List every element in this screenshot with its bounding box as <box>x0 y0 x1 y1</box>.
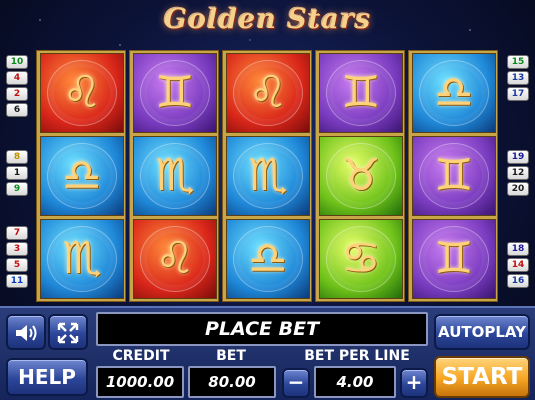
cancer-icon: ♋ <box>341 233 381 284</box>
reel-symbol: ♌ <box>226 53 310 133</box>
credit-display: 1000.00 <box>96 366 184 398</box>
libra-icon: ♎ <box>62 150 102 201</box>
reel-symbol: ♊ <box>133 53 217 133</box>
reel-area[interactable]: ♌ ♎ ♏ ♊ ♏ ♌ ♌ ♏ ♎ ♊ ♉ ♋ ♎ ♊ ♊ <box>36 50 499 302</box>
bet-display: 80.00 <box>188 366 276 398</box>
payline-badge-14[interactable]: 14 <box>507 258 529 272</box>
taurus-icon: ♉ <box>341 150 381 201</box>
reel-symbol: ♊ <box>319 53 403 133</box>
payline-badge-15[interactable]: 15 <box>507 55 529 69</box>
scorpio-icon: ♏ <box>248 150 288 201</box>
payline-badge-8[interactable]: 8 <box>6 150 28 164</box>
gemini-icon: ♊ <box>434 150 474 201</box>
gemini-icon: ♊ <box>341 67 381 118</box>
gemini-icon: ♊ <box>155 67 195 118</box>
reel-5: ♎ ♊ ♊ <box>408 50 498 302</box>
payline-badge-2[interactable]: 2 <box>6 87 28 101</box>
reel-symbol: ♋ <box>319 219 403 299</box>
payline-badge-7[interactable]: 7 <box>6 226 28 240</box>
speaker-icon <box>13 325 39 349</box>
payline-badge-3[interactable]: 3 <box>6 242 28 256</box>
payline-badge-4[interactable]: 4 <box>6 71 28 85</box>
reel-symbol: ♎ <box>412 53 496 133</box>
libra-icon: ♎ <box>248 233 288 284</box>
reel-4: ♊ ♉ ♋ <box>315 50 405 302</box>
payline-badge-6[interactable]: 6 <box>6 103 28 117</box>
reel-2: ♊ ♏ ♌ <box>129 50 219 302</box>
payline-badge-17[interactable]: 17 <box>507 87 529 101</box>
bet-per-line-display: 4.00 <box>314 366 396 398</box>
reel-symbol: ♏ <box>133 136 217 216</box>
payline-badge-16[interactable]: 16 <box>507 274 529 288</box>
reel-symbol: ♏ <box>226 136 310 216</box>
help-button[interactable]: HELP <box>6 358 88 396</box>
increase-bet-button[interactable]: + <box>400 368 428 398</box>
reel-symbol: ♌ <box>133 219 217 299</box>
decrease-bet-button[interactable]: − <box>282 368 310 398</box>
bet-per-line-label: BET PER LINE <box>304 348 410 364</box>
fullscreen-button[interactable] <box>48 314 88 350</box>
reel-3: ♌ ♏ ♎ <box>222 50 312 302</box>
message-display: PLACE BET <box>96 312 428 346</box>
reel-symbol: ♌ <box>40 53 124 133</box>
leo-icon: ♌ <box>248 67 288 118</box>
payline-badge-13[interactable]: 13 <box>507 71 529 85</box>
payline-badge-9[interactable]: 9 <box>6 182 28 196</box>
payline-badge-18[interactable]: 18 <box>507 242 529 256</box>
control-panel: HELP PLACE BET AUTOPLAY CREDIT 1000.00 B… <box>0 306 535 400</box>
reel-symbol: ♊ <box>412 136 496 216</box>
payline-badge-5[interactable]: 5 <box>6 258 28 272</box>
libra-icon: ♎ <box>434 67 474 118</box>
payline-badge-11[interactable]: 11 <box>6 274 28 288</box>
reel-symbol: ♎ <box>226 219 310 299</box>
reel-1: ♌ ♎ ♏ <box>36 50 126 302</box>
reel-symbol: ♎ <box>40 136 124 216</box>
payline-badge-1[interactable]: 1 <box>6 166 28 180</box>
leo-icon: ♌ <box>155 233 195 284</box>
payline-badge-19[interactable]: 19 <box>507 150 529 164</box>
leo-icon: ♌ <box>62 67 102 118</box>
reel-symbol: ♊ <box>412 219 496 299</box>
game-title: Golden Stars <box>163 4 372 35</box>
scorpio-icon: ♏ <box>155 150 195 201</box>
payline-badge-20[interactable]: 20 <box>507 182 529 196</box>
scorpio-icon: ♏ <box>62 233 102 284</box>
sound-toggle-button[interactable] <box>6 314 46 350</box>
reel-symbol: ♏ <box>40 219 124 299</box>
bet-label: BET <box>216 348 246 364</box>
reel-symbol: ♉ <box>319 136 403 216</box>
payline-badge-12[interactable]: 12 <box>507 166 529 180</box>
credit-label: CREDIT <box>112 348 170 364</box>
payline-badge-10[interactable]: 10 <box>6 55 28 69</box>
fullscreen-arrows-icon <box>57 322 79 349</box>
start-button[interactable]: START <box>434 356 530 398</box>
autoplay-button[interactable]: AUTOPLAY <box>434 314 530 350</box>
gemini-icon: ♊ <box>434 233 474 284</box>
